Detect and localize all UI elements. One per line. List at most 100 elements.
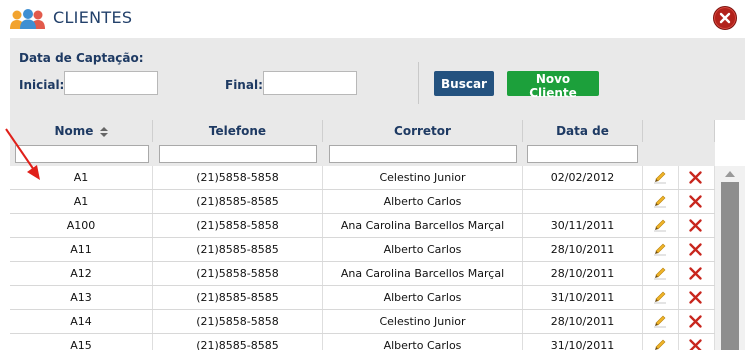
filter-data-input[interactable] — [527, 145, 638, 163]
delete-button[interactable] — [679, 334, 715, 350]
table-row[interactable]: A1 (21)8585-8585 Alberto Carlos — [10, 190, 715, 214]
delete-button[interactable] — [679, 310, 715, 333]
column-header-actions — [643, 120, 715, 142]
cell-corretor: Ana Carolina Barcellos Marçal — [323, 214, 523, 237]
cell-nome: A15 — [10, 334, 153, 350]
delete-x-icon — [689, 267, 702, 280]
delete-x-icon — [689, 219, 702, 232]
delete-button[interactable] — [679, 214, 715, 237]
cell-telefone: (21)5858-5858 — [153, 214, 323, 237]
edit-button[interactable] — [643, 214, 679, 237]
cell-data-captacao: 28/10/2011 — [523, 262, 643, 285]
delete-x-icon — [689, 339, 702, 350]
table-header: Nome Telefone Corretor Data de Captação — [10, 120, 715, 160]
table-body: A1 (21)5858-5858 Celestino Junior 02/02/201… — [10, 166, 715, 350]
new-client-button[interactable]: Novo Cliente — [507, 71, 599, 100]
column-header-data-captacao[interactable]: Data de Captação — [523, 120, 643, 160]
cell-nome: A12 — [10, 262, 153, 285]
edit-button[interactable] — [643, 286, 679, 309]
cell-nome: A1 — [10, 166, 153, 189]
edit-button[interactable] — [643, 262, 679, 285]
cell-data-captacao: 30/11/2011 — [523, 214, 643, 237]
window-title: CLIENTES — [53, 8, 133, 27]
final-label: Final: — [225, 78, 263, 92]
cell-corretor: Alberto Carlos — [323, 334, 523, 350]
cell-corretor: Alberto Carlos — [323, 238, 523, 261]
inicial-date-input[interactable] — [64, 71, 158, 95]
filter-corretor-input[interactable] — [329, 145, 517, 163]
cell-corretor: Alberto Carlos — [323, 190, 523, 213]
delete-button[interactable] — [679, 238, 715, 261]
filter-telefone-input[interactable] — [159, 145, 317, 163]
table-row[interactable]: A100 (21)5858-5858 Ana Carolina Barcellos … — [10, 214, 715, 238]
close-icon — [719, 12, 731, 24]
column-header-corretor[interactable]: Corretor — [323, 120, 523, 142]
cell-data-captacao: 28/10/2011 — [523, 310, 643, 333]
filter-nome-input[interactable] — [15, 145, 149, 163]
pencil-icon — [654, 171, 666, 184]
date-range-label: Data de Captação: — [19, 51, 144, 65]
cell-data-captacao: 31/10/2011 — [523, 334, 643, 350]
cell-telefone: (21)8585-8585 — [153, 190, 323, 213]
pencil-icon — [654, 243, 666, 256]
clients-table: Nome Telefone Corretor Data de Captação … — [10, 120, 745, 350]
cell-telefone: (21)8585-8585 — [153, 334, 323, 350]
close-button[interactable] — [713, 6, 737, 30]
cell-telefone: (21)5858-5858 — [153, 166, 323, 189]
cell-nome: A1 — [10, 190, 153, 213]
pencil-icon — [654, 219, 666, 232]
delete-button[interactable] — [679, 286, 715, 309]
cell-corretor: Alberto Carlos — [323, 286, 523, 309]
column-header-nome[interactable]: Nome — [10, 120, 153, 142]
pencil-icon — [655, 339, 666, 350]
cell-corretor: Celestino Junior — [323, 310, 523, 333]
column-header-label: Nome — [54, 124, 94, 138]
delete-x-icon — [689, 315, 702, 328]
pencil-icon — [654, 195, 666, 208]
table-row[interactable]: A12 (21)5858-5858 Ana Carolina Barcellos M… — [10, 262, 715, 286]
delete-button[interactable] — [679, 190, 715, 213]
table-row[interactable]: A13 (21)8585-8585 Alberto Carlos 31/10/2011 — [10, 286, 715, 310]
filter-panel: Data de Captação: Inicial: Final: Buscar… — [10, 38, 745, 120]
pencil-icon — [654, 267, 666, 280]
delete-x-icon — [689, 195, 702, 208]
table-row[interactable]: A11 (21)8585-8585 Alberto Carlos 28/10/2011 — [10, 238, 715, 262]
delete-x-icon — [689, 291, 702, 304]
cell-data-captacao: 31/10/2011 — [523, 286, 643, 309]
cell-nome: A14 — [10, 310, 153, 333]
edit-button[interactable] — [643, 190, 679, 213]
cell-nome: A11 — [10, 238, 153, 261]
inicial-label: Inicial: — [19, 78, 65, 92]
final-date-input[interactable] — [263, 71, 357, 95]
cell-data-captacao: 02/02/2012 — [523, 166, 643, 189]
sort-icon — [99, 126, 108, 137]
search-button[interactable]: Buscar — [434, 71, 494, 96]
edit-button[interactable] — [643, 334, 679, 350]
scroll-thumb[interactable] — [721, 182, 739, 350]
users-group-icon — [10, 9, 45, 29]
scroll-up-icon[interactable] — [725, 171, 735, 177]
pencil-icon — [654, 291, 666, 304]
delete-button[interactable] — [679, 166, 715, 189]
edit-button[interactable] — [643, 166, 679, 189]
cell-data-captacao: 28/10/2011 — [523, 238, 643, 261]
cell-telefone: (21)8585-8585 — [153, 286, 323, 309]
cell-nome: A100 — [10, 214, 153, 237]
edit-button[interactable] — [643, 310, 679, 333]
divider — [418, 62, 419, 104]
pencil-icon — [654, 315, 666, 328]
vertical-scrollbar[interactable] — [715, 166, 745, 350]
table-row[interactable]: A14 (21)5858-5858 Celestino Junior 28/10/20… — [10, 310, 715, 334]
cell-nome: A13 — [10, 286, 153, 309]
column-header-telefone[interactable]: Telefone — [153, 120, 323, 142]
title-bar: CLIENTES — [0, 0, 750, 38]
cell-corretor: Celestino Junior — [323, 166, 523, 189]
table-row[interactable]: A1 (21)5858-5858 Celestino Junior 02/02/201… — [10, 166, 715, 190]
cell-corretor: Ana Carolina Barcellos Marçal — [323, 262, 523, 285]
delete-x-icon — [689, 243, 702, 256]
delete-button[interactable] — [679, 262, 715, 285]
edit-button[interactable] — [643, 238, 679, 261]
table-row[interactable]: A15 (21)8585-8585 Alberto Carlos 31/10/2011 — [10, 334, 715, 350]
cell-telefone: (21)5858-5858 — [153, 262, 323, 285]
delete-x-icon — [689, 171, 702, 184]
